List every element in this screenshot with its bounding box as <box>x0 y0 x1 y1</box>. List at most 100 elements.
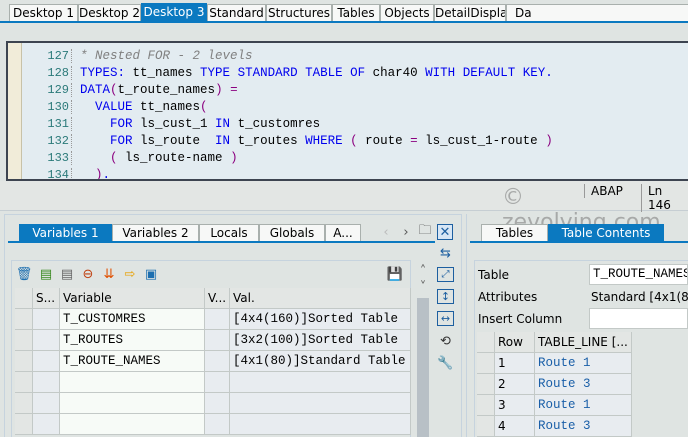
row-selector[interactable] <box>477 374 495 395</box>
line-number: 127 <box>28 49 72 63</box>
value-cell[interactable]: [4x1(80)]Standard Table <box>230 351 411 372</box>
table-name-field[interactable]: T_ROUTE_NAMES <box>589 264 688 285</box>
close-icon[interactable]: ✕ <box>437 224 453 240</box>
expand-horizontal-icon[interactable]: ↔ <box>437 311 454 326</box>
table-line-cell[interactable]: Route 3 <box>535 374 632 395</box>
vertical-scrollbar[interactable]: ˄ ˅ <box>416 262 430 437</box>
row-selector[interactable] <box>477 416 495 437</box>
chevron-left-icon[interactable]: ‹ <box>380 224 392 240</box>
scroll-up-icon[interactable]: ˄ <box>416 264 430 279</box>
folder-icon[interactable]: 🗀 <box>417 223 433 240</box>
tab-tables[interactable]: Tables <box>332 4 380 22</box>
tab-globals[interactable]: Globals <box>259 224 325 242</box>
line-number: 130 <box>28 100 72 114</box>
row-number-cell: 1 <box>495 353 535 374</box>
status-cell <box>33 351 60 372</box>
attributes-label: Attributes <box>478 290 538 304</box>
code-line: VALUE tt_names( <box>95 100 208 114</box>
row-selector[interactable] <box>15 372 33 393</box>
details-icon[interactable]: ▤ <box>59 265 75 283</box>
row-selector[interactable] <box>477 395 495 416</box>
tools-icon[interactable]: 🔧 <box>437 355 454 372</box>
scroll-down-icon[interactable]: ˅ <box>416 280 430 295</box>
variable-cell[interactable]: T_ROUTES <box>60 330 205 351</box>
tab-objects[interactable]: Objects <box>380 4 434 22</box>
trash-icon[interactable]: 🗑 <box>16 265 33 283</box>
table-line-cell[interactable]: Route 1 <box>535 395 632 416</box>
tab-more[interactable]: A... <box>325 224 361 242</box>
tab-desktop-2[interactable]: Desktop 2 <box>78 4 141 22</box>
code-line: ). <box>95 168 111 181</box>
column-header-row[interactable]: Row <box>495 332 535 353</box>
status-cell <box>33 414 60 435</box>
swap-layout-icon[interactable]: ⇆ <box>437 245 454 262</box>
status-cell <box>33 372 60 393</box>
tab-desktop-1[interactable]: Desktop 1 <box>9 4 78 22</box>
chevron-right-icon[interactable]: › <box>400 224 412 240</box>
value-cell[interactable]: [4x4(160)]Sorted Table <box>230 309 411 330</box>
column-header-v[interactable]: V... <box>205 288 230 309</box>
row-number-cell: 3 <box>495 395 535 416</box>
table-label: Table <box>478 268 510 282</box>
row-selector[interactable] <box>477 353 495 374</box>
tab-variables-2[interactable]: Variables 2 <box>112 224 199 242</box>
scrollbar-thumb[interactable] <box>417 298 429 437</box>
maximize-icon[interactable]: ⤢ <box>437 267 454 282</box>
tab-locals[interactable]: Locals <box>199 224 259 242</box>
code-line: FOR ls_route IN t_routes WHERE ( route =… <box>110 134 553 148</box>
tab-structures[interactable]: Structures <box>266 4 332 22</box>
import-icon[interactable]: ⇊ <box>100 265 118 283</box>
value-cell[interactable] <box>230 393 411 414</box>
tab-desktop-3[interactable]: Desktop 3 <box>141 3 207 22</box>
tab-data[interactable]: Da <box>506 4 688 22</box>
code-line: * Nested FOR - 2 levels <box>80 49 253 63</box>
row-selector[interactable] <box>15 414 33 435</box>
variable-cell[interactable]: T_CUSTOMRES <box>60 309 205 330</box>
value-cell[interactable]: [3x2(100)]Sorted Table <box>230 330 411 351</box>
export-icon[interactable]: ⇨ <box>121 265 139 283</box>
column-header-table-line[interactable]: TABLE_LINE [... <box>535 332 632 353</box>
variable-cell[interactable] <box>60 393 205 414</box>
row-selector[interactable] <box>15 351 33 372</box>
code-editor[interactable]: 127 128 129 130 131 132 133 134 * Nested… <box>6 41 688 181</box>
row-selector[interactable] <box>15 330 33 351</box>
save-icon[interactable]: 💾 <box>387 265 403 283</box>
v-cell <box>205 351 230 372</box>
tab-underline <box>470 241 688 243</box>
v-cell <box>205 309 230 330</box>
value-cell[interactable] <box>230 372 411 393</box>
v-cell <box>205 414 230 435</box>
value-cell[interactable] <box>230 414 411 435</box>
expand-vertical-icon[interactable]: ↕ <box>437 289 454 304</box>
row-selector[interactable] <box>15 393 33 414</box>
code-line: ( ls_route-name ) <box>110 151 238 165</box>
v-cell <box>205 393 230 414</box>
row-selector-header <box>15 288 33 309</box>
line-number: 132 <box>28 134 72 148</box>
tab-table-contents[interactable]: Table Contents <box>548 224 664 242</box>
tab-standard[interactable]: Standard <box>207 4 266 22</box>
row-selector-header <box>477 332 495 353</box>
tab-underline <box>8 241 435 243</box>
tab-detaildisplay[interactable]: DetailDisplay <box>434 4 506 22</box>
details-green-icon[interactable]: ▤ <box>38 265 54 283</box>
insert-column-label: Insert Column <box>478 312 563 326</box>
tab-tables[interactable]: Tables <box>481 224 548 242</box>
column-header-value[interactable]: Val. <box>230 288 411 309</box>
column-header-variable[interactable]: Variable <box>60 288 205 309</box>
refresh-icon[interactable]: ⟲ <box>437 333 454 350</box>
insert-column-field[interactable] <box>589 308 688 329</box>
table-line-cell[interactable]: Route 1 <box>535 353 632 374</box>
column-header-s[interactable]: S... <box>33 288 60 309</box>
variable-cell[interactable] <box>60 414 205 435</box>
variable-cell[interactable] <box>60 372 205 393</box>
variable-cell[interactable]: T_ROUTE_NAMES <box>60 351 205 372</box>
status-cell <box>33 309 60 330</box>
tab-variables-1[interactable]: Variables 1 <box>19 224 112 242</box>
row-selector[interactable] <box>15 309 33 330</box>
code-line: FOR ls_cust_1 IN t_customres <box>110 117 321 131</box>
filter-icon[interactable]: ▣ <box>143 265 159 283</box>
delete-row-icon[interactable]: ⊖ <box>80 265 96 283</box>
table-line-cell[interactable]: Route 3 <box>535 416 632 437</box>
row-number-cell: 2 <box>495 374 535 395</box>
